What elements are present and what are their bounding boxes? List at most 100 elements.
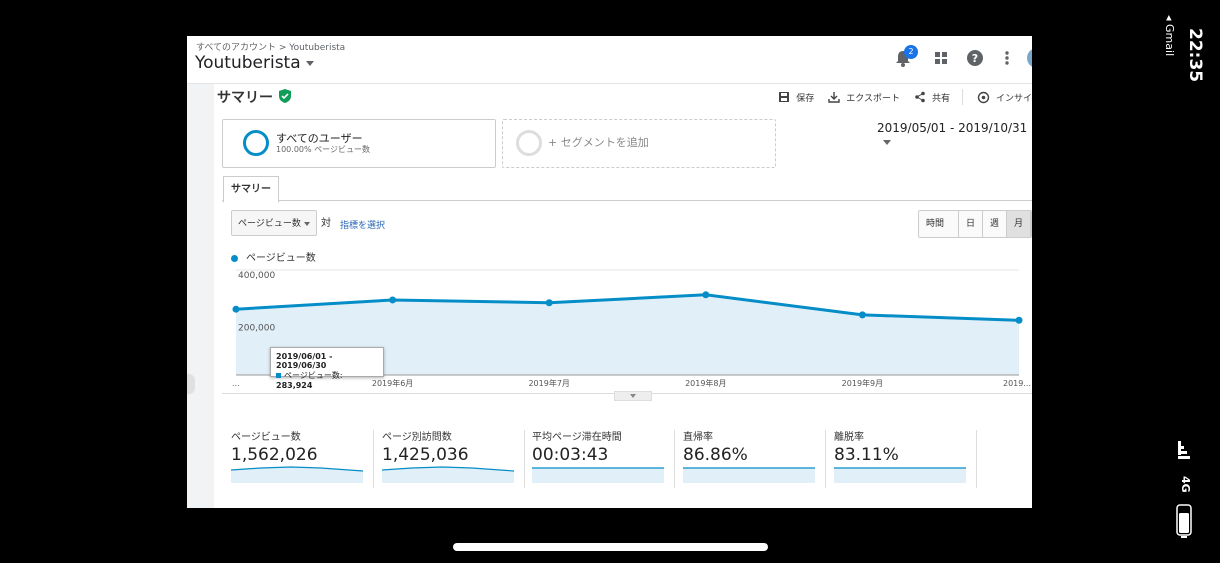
property-name: Youtuberista (195, 53, 301, 73)
sparkline-area (532, 468, 664, 483)
status-time: 22:35 (1185, 28, 1205, 83)
chart-legend: ページビュー数 (231, 249, 316, 264)
chart-collapse-handle[interactable] (614, 391, 652, 401)
scorecard-sparkline (532, 467, 664, 483)
scorecard-sparkline (231, 466, 363, 483)
metric-select[interactable]: ページビュー数 (231, 210, 317, 236)
scorecard-sparkline (683, 467, 815, 483)
more-vert-icon[interactable] (997, 48, 1017, 68)
legend-swatch (231, 254, 238, 262)
legend-label: ページビュー数 (246, 253, 316, 264)
report-actions: 保存 エクスポート 共有 インサイ (764, 89, 1032, 105)
granularity-month[interactable]: 月 (1006, 211, 1031, 237)
home-indicator[interactable] (453, 543, 768, 551)
segment-sub: 100.00% ページビュー数 (276, 145, 370, 154)
data-point (702, 291, 710, 299)
scorecard-divider (976, 430, 977, 488)
sparkline-area (683, 468, 815, 483)
scorecard-value: 00:03:43 (532, 445, 609, 465)
date-range-picker[interactable]: 2019/05/01 - 2019/10/31 (877, 121, 1032, 149)
tab-summary[interactable]: サマリー (223, 176, 279, 203)
granularity-day[interactable]: 日 (958, 211, 983, 237)
scorecard-value: 1,425,036 (382, 445, 469, 465)
scorecard[interactable]: 離脱率 83.11% (825, 428, 967, 488)
scorecard-label: ページ別訪問数 (382, 432, 452, 443)
chevron-down-icon (304, 222, 310, 226)
segment-ring-icon (243, 130, 269, 156)
scorecard-label: 離脱率 (834, 432, 864, 443)
battery-icon (1176, 504, 1192, 538)
rail-handle[interactable] (187, 374, 195, 394)
save-icon (779, 92, 790, 102)
share-label: 共有 (931, 93, 950, 104)
scorecard-label: ページビュー数 (231, 432, 301, 443)
tooltip-value: 283,924 (276, 381, 313, 390)
data-point (858, 311, 866, 319)
select-metric-link[interactable]: 指標を選択 (340, 218, 385, 231)
breadcrumb[interactable]: すべてのアカウント > Youtuberista (196, 40, 345, 53)
granularity-week[interactable]: 週 (982, 211, 1007, 237)
scorecard-value: 83.11% (834, 445, 899, 465)
chart-tooltip: 2019/06/01 - 2019/06/30 ページビュー数: 283,924 (270, 347, 384, 390)
help-icon[interactable]: ? (965, 48, 985, 68)
save-button[interactable]: 保存 (778, 91, 814, 104)
scorecard[interactable]: ページ別訪問数 1,425,036 (373, 428, 515, 488)
x-tick-label: 2019年9月 (842, 378, 883, 388)
tooltip-date: 2019/06/01 - 2019/06/30 (276, 352, 333, 370)
data-point (1015, 316, 1023, 324)
scorecard-sparkline (382, 466, 514, 483)
segment-all-users[interactable]: すべてのユーザー 100.00% ページビュー数 (222, 119, 496, 168)
apps-grid-icon[interactable] (931, 48, 951, 68)
svg-text:?: ? (972, 52, 978, 65)
signal-icon (1178, 441, 1190, 459)
top-bar: すべてのアカウント > Youtuberista Youtuberista 2 … (187, 36, 1032, 84)
scorecard-label: 直帰率 (683, 432, 713, 443)
add-segment-label: + セグメントを追加 (548, 136, 649, 149)
scorecard-value: 86.86% (683, 445, 748, 465)
sparkline-area (834, 468, 966, 483)
tooltip-label: ページビュー数: (284, 371, 343, 380)
network-type: 4G (1179, 476, 1192, 493)
insights-label: インサイ (995, 93, 1032, 104)
data-point (389, 296, 397, 304)
export-button[interactable]: エクスポート (828, 91, 900, 104)
property-selector[interactable]: Youtuberista (195, 53, 314, 73)
date-range-value: 2019/05/01 - 2019/10/31 (877, 121, 1028, 135)
back-app-label: Gmail (1163, 24, 1176, 57)
save-label: 保存 (796, 93, 815, 104)
chevron-down-icon (883, 140, 891, 145)
tooltip-swatch (276, 373, 281, 378)
x-tick-label: 2019年6月 (372, 378, 413, 388)
page-title: サマリー (217, 90, 273, 106)
chevron-down-icon (305, 60, 314, 66)
notification-badge: 2 (904, 45, 918, 59)
scorecard[interactable]: 直帰率 86.86% (674, 428, 816, 488)
metric-select-value: ページビュー数 (238, 219, 301, 229)
add-segment-button[interactable]: + セグメントを追加 (502, 119, 776, 168)
data-point (232, 305, 240, 313)
download-icon (828, 92, 840, 103)
share-button[interactable]: 共有 (914, 91, 950, 104)
vs-label: 対 (321, 218, 331, 229)
empty-segment-ring-icon (516, 130, 542, 156)
data-point (545, 299, 553, 307)
back-to-app[interactable]: ◂ Gmail (1163, 15, 1176, 56)
x-tick-label: ... (232, 379, 240, 388)
tab-divider (222, 200, 1032, 201)
scorecard[interactable]: ページビュー数 1,562,026 (222, 428, 364, 488)
divider (961, 89, 963, 105)
scorecard[interactable]: 平均ページ滞在時間 00:03:43 (523, 428, 665, 488)
insights-button[interactable]: インサイ (977, 91, 1032, 104)
avatar[interactable] (1027, 48, 1032, 68)
export-label: エクスポート (846, 93, 900, 104)
left-rail (187, 84, 214, 508)
granularity-buttons: 時間別 日 週 月 (918, 210, 1032, 238)
verified-shield-icon (279, 89, 291, 103)
y-tick-label: 400,000 (238, 271, 275, 281)
insights-icon (977, 91, 990, 103)
share-icon (915, 91, 925, 103)
app-screen: すべてのアカウント > Youtuberista Youtuberista 2 … (187, 36, 1032, 508)
report-header: サマリー 保存 エクスポート 共有 インサイ (214, 84, 1032, 112)
granularity-hourly[interactable]: 時間別 (919, 211, 959, 237)
scorecard-label: 平均ページ滞在時間 (532, 432, 622, 443)
